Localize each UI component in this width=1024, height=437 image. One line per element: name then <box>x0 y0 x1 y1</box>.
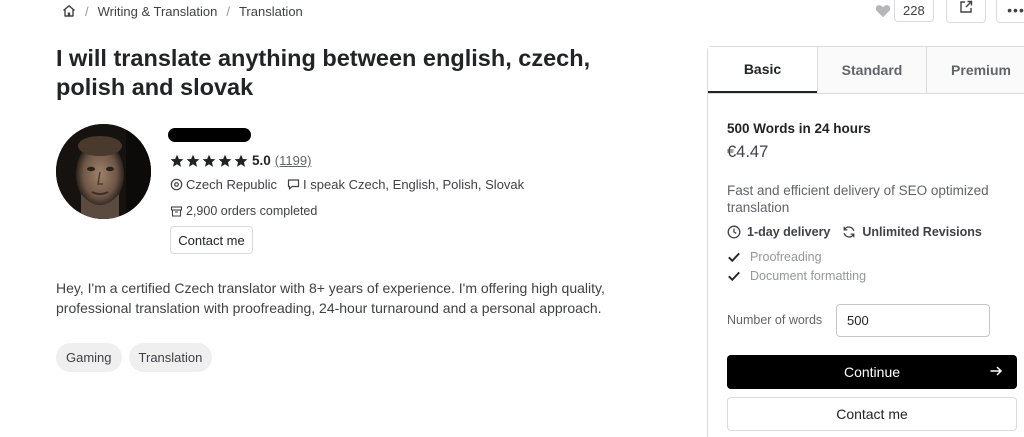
seller-name-redacted[interactable] <box>168 128 251 142</box>
favorites-count: 228 <box>894 0 934 22</box>
revisions: Unlimited Revisions <box>862 225 982 239</box>
favorite-button[interactable]: 228 <box>875 0 934 22</box>
breadcrumb-separator: / <box>85 3 89 19</box>
tag-translation[interactable]: Translation <box>128 343 213 372</box>
check-icon <box>727 250 741 264</box>
package-tabs: Basic Standard Premium <box>708 47 1024 94</box>
continue-label: Continue <box>843 364 901 380</box>
tab-standard[interactable]: Standard <box>817 47 926 93</box>
feature-label: Document formatting <box>750 269 867 283</box>
seller-avatar[interactable] <box>56 124 151 219</box>
heart-icon[interactable] <box>875 4 891 18</box>
breadcrumb-separator: / <box>226 3 230 19</box>
contact-me-button[interactable]: Contact me <box>727 397 1017 431</box>
rating-score: 5.0 <box>252 153 271 168</box>
refresh-icon <box>842 225 856 239</box>
star-icon <box>170 154 184 167</box>
package-title: 500 Words in 24 hours <box>727 121 871 136</box>
share-icon <box>959 0 973 19</box>
gig-description: Hey, I'm a certified Czech translator wi… <box>56 280 605 316</box>
star-rating <box>170 154 248 168</box>
tag-gaming[interactable]: Gaming <box>56 343 122 372</box>
gig-title: I will translate anything between englis… <box>56 45 591 100</box>
tab-premium[interactable]: Premium <box>926 47 1024 93</box>
breadcrumb-link-translation[interactable]: Translation <box>239 4 303 19</box>
package-description: Fast and efficient delivery of SEO optim… <box>727 183 989 215</box>
breadcrumb: / Writing & Translation / Translation <box>62 3 303 19</box>
tag-list: Gaming Translation <box>56 343 213 372</box>
clock-icon <box>727 225 741 239</box>
package-panel: Basic Standard Premium 500 Words in 24 h… <box>707 46 1024 437</box>
package-icon <box>170 205 183 218</box>
words-label: Number of words <box>727 313 823 327</box>
feature-item: Document formatting <box>727 269 866 283</box>
share-button[interactable] <box>946 0 986 23</box>
star-icon <box>186 154 200 167</box>
seller-info-row: Czech Republic I speak Czech, English, P… <box>170 177 524 192</box>
seller-location: Czech Republic <box>186 177 278 192</box>
arrow-right-icon <box>990 366 1003 376</box>
delivery-info: 1-day delivery Unlimited Revisions <box>727 225 982 239</box>
package-price: €4.47 <box>727 143 769 161</box>
seller-rating: 5.0 (1199) <box>170 153 311 168</box>
star-icon <box>202 154 216 167</box>
delivery-time: 1-day delivery <box>747 225 831 239</box>
orders-completed: 2,900 orders completed <box>170 204 317 218</box>
contact-seller-button[interactable]: Contact me <box>170 226 253 254</box>
location-pin-icon <box>170 178 183 191</box>
check-icon <box>727 269 741 283</box>
star-icon <box>234 154 248 167</box>
feature-item: Proofreading <box>727 250 822 264</box>
number-of-words-input[interactable] <box>836 304 990 337</box>
continue-button[interactable]: Continue <box>727 355 1017 389</box>
star-icon <box>218 154 232 167</box>
rating-count-link[interactable]: (1199) <box>275 153 312 168</box>
more-options-button[interactable]: ••• <box>996 0 1024 23</box>
breadcrumb-link-writing-translation[interactable]: Writing & Translation <box>98 4 218 19</box>
orders-count: 2,900 orders completed <box>186 204 318 218</box>
tab-basic[interactable]: Basic <box>708 47 817 93</box>
seller-languages: I speak Czech, English, Polish, Slovak <box>303 177 525 192</box>
speech-bubble-icon <box>287 178 300 191</box>
home-icon[interactable] <box>62 4 76 18</box>
feature-label: Proofreading <box>750 250 822 264</box>
